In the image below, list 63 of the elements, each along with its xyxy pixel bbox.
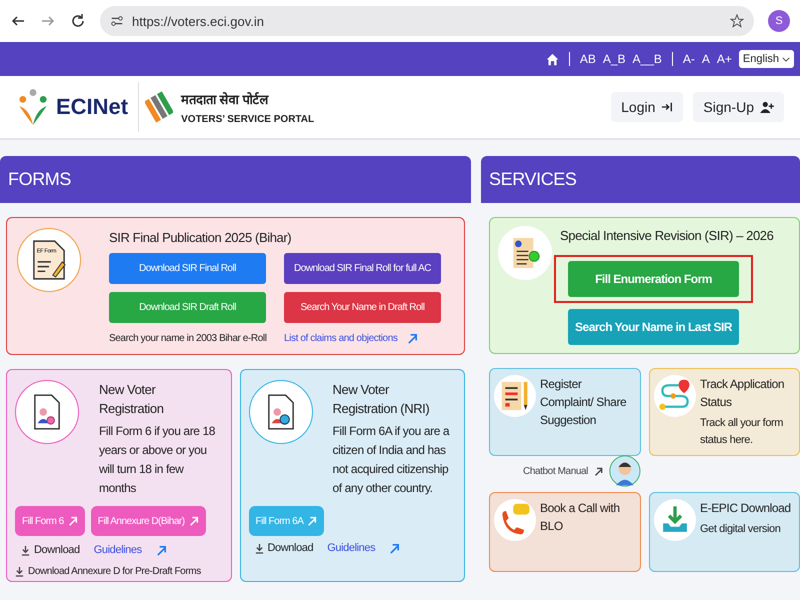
card-title: SIR Final Publication 2025 (Bihar) bbox=[109, 229, 292, 247]
font-size-option[interactable]: A bbox=[702, 52, 710, 66]
tile-title: E-EPIC Download bbox=[700, 500, 791, 517]
card-link[interactable]: Search your name in 2003 Bihar e-Roll bbox=[109, 333, 267, 344]
roll-action-button[interactable]: Search Your Name in Draft Roll bbox=[284, 292, 441, 323]
profile-avatar[interactable]: S bbox=[768, 10, 790, 32]
service-tile[interactable]: Book a Call with BLO bbox=[489, 492, 641, 572]
external-link-icon bbox=[188, 516, 199, 526]
card-title: New Voter Registration (NRI) bbox=[332, 381, 430, 418]
document-globe-icon bbox=[266, 393, 294, 431]
guidelines-link[interactable]: Guidelines bbox=[94, 544, 142, 556]
address-bar[interactable]: https://voters.eci.gov.in bbox=[100, 6, 754, 36]
ballot-emblem-icon bbox=[145, 91, 174, 123]
services-header: SERVICES bbox=[481, 156, 800, 203]
tile-title: Track Application Status bbox=[700, 376, 786, 411]
font-size-option[interactable]: A- bbox=[682, 52, 695, 66]
contrast-option[interactable]: AB bbox=[580, 52, 596, 66]
chevron-down-icon bbox=[782, 56, 790, 62]
site-settings-icon[interactable] bbox=[110, 14, 124, 28]
roll-action-button[interactable]: Download SIR Final Roll bbox=[109, 253, 266, 284]
external-link-icon bbox=[307, 516, 318, 526]
external-link-icon bbox=[389, 542, 400, 554]
annexure-download-link[interactable]: Download Annexure D for Pre-Draft Forms bbox=[28, 566, 201, 577]
chatbot-manual-link[interactable]: Chatbot Manual bbox=[523, 466, 588, 476]
signup-button[interactable]: Sign-Up bbox=[693, 92, 784, 122]
service-tile[interactable]: E-EPIC Download Get digital version bbox=[649, 492, 800, 572]
external-link-icon bbox=[594, 466, 604, 476]
external-link-icon bbox=[68, 516, 78, 526]
card-description: Fill Form 6A if you are a citizen of India and has not acquired citizenship of any other country. bbox=[332, 423, 450, 497]
guidelines-link[interactable]: Guidelines bbox=[327, 542, 376, 554]
language-select[interactable]: English bbox=[738, 50, 794, 68]
forms-header: FORMS bbox=[0, 156, 471, 203]
tile-description: Get digital version bbox=[700, 522, 782, 537]
star-icon[interactable] bbox=[730, 14, 744, 28]
external-link-icon bbox=[407, 333, 418, 344]
login-icon bbox=[661, 101, 674, 113]
download-icon bbox=[254, 542, 264, 554]
reload-icon[interactable] bbox=[70, 13, 86, 29]
login-button[interactable]: Login bbox=[611, 92, 684, 122]
brand-name: ECINet bbox=[56, 94, 128, 120]
home-icon[interactable] bbox=[546, 52, 559, 66]
font-size-option[interactable]: A+ bbox=[716, 52, 732, 66]
download-icon bbox=[15, 566, 24, 577]
download-link[interactable]: Download bbox=[34, 544, 80, 556]
card-title: Special Intensive Revision (SIR) – 2026 bbox=[560, 227, 774, 245]
service-tile[interactable]: Track Application Status Track all your form status here. bbox=[649, 368, 800, 456]
service-tile[interactable]: Register Complaint/ Share Suggestion bbox=[489, 368, 641, 456]
add-user-icon bbox=[760, 101, 774, 113]
contrast-option[interactable]: A__B bbox=[632, 52, 662, 66]
tile-title: Register Complaint/ Share Suggestion bbox=[540, 376, 628, 429]
roll-action-button[interactable]: Download SIR Final Roll for full AC bbox=[284, 253, 441, 284]
tile-description: Track all your form status here. bbox=[700, 416, 784, 448]
download-icon bbox=[21, 544, 30, 556]
contrast-option[interactable]: A_B bbox=[602, 52, 626, 66]
document-person-icon bbox=[33, 393, 61, 431]
card-link[interactable]: List of claims and objections bbox=[284, 333, 398, 344]
portal-name-hindi: मतदाता सेवा पोर्टल bbox=[181, 90, 270, 108]
portal-name: VOTERS’ SERVICE PORTAL bbox=[181, 114, 314, 124]
download-link[interactable]: Download bbox=[268, 542, 314, 554]
external-link-icon bbox=[156, 544, 167, 556]
card-description: Fill Form 6 if you are 18 years or above or you will turn 18 in few months bbox=[99, 423, 216, 497]
card-title: New Voter Registration bbox=[99, 381, 165, 418]
tile-title: Book a Call with BLO bbox=[540, 500, 621, 535]
